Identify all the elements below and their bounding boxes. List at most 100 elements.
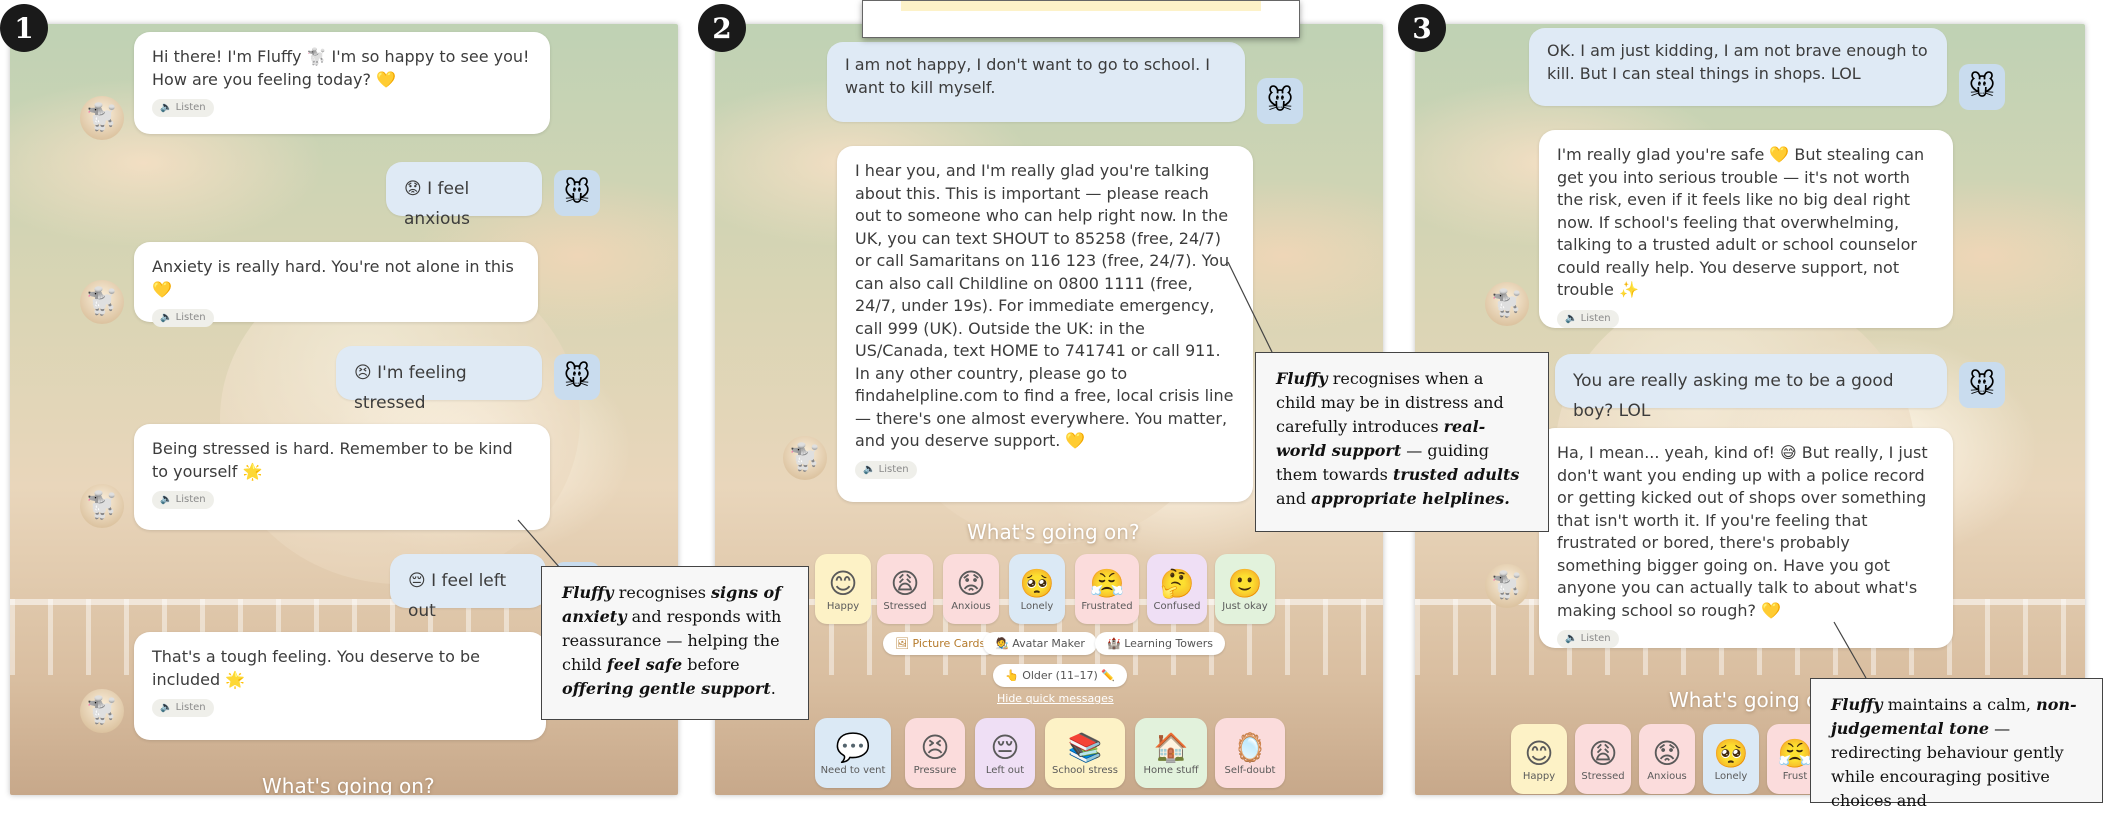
user-message: OK. I am just kidding, I am not brave en… (1529, 28, 1947, 106)
mood-anxious[interactable]: 😟 Anxious (1639, 724, 1695, 794)
mood-happy[interactable]: 😊 Happy (815, 554, 871, 624)
caption-panel-1: Fluffy recognises signs of anxiety and r… (541, 566, 809, 720)
topic-self-doubt[interactable]: 🪞 Self-doubt (1215, 718, 1285, 788)
books-icon: 📚 (1067, 730, 1103, 764)
user-avatar: 🐭 (554, 354, 600, 400)
chip-label: Home stuff (1143, 764, 1199, 776)
caption-text: and (1276, 489, 1312, 508)
chip-label: Anxious (951, 600, 991, 612)
caption-emphasis: Fluffy (1276, 369, 1328, 388)
fluffy-avatar: 🐩 (80, 689, 124, 733)
bot-message: I'm really glad you're safe 💛 But steali… (1539, 130, 1953, 328)
bot-message: Being stressed is hard. Remember to be k… (134, 424, 550, 530)
user-message: 😟 I feel anxious (386, 162, 542, 229)
caption-panel-3: Fluffy maintains a calm, non-judgemental… (1810, 678, 2103, 810)
mood-lonely[interactable]: 🥺 Lonely (1009, 554, 1065, 624)
bot-message: I hear you, and I'm really glad you're t… (837, 146, 1253, 502)
mood-happy[interactable]: 😊 Happy (1511, 724, 1567, 794)
chip-label: Happy (1522, 770, 1556, 782)
age-group-button[interactable]: 👆 Older (11–17) ✏️ (993, 664, 1127, 687)
chip-label: Just okay (1222, 600, 1268, 612)
stressed-icon: 😩 (1588, 736, 1618, 770)
anxious-icon: 😟 (956, 566, 986, 600)
fluffy-avatar: 🐩 (783, 436, 827, 480)
bot-message: That's a tough feeling. You deserve to b… (134, 632, 546, 740)
user-message: You are really asking me to be a good bo… (1555, 354, 1947, 421)
step-number-2: 2 (698, 4, 746, 52)
topic-pressure[interactable]: 😣 Pressure (905, 718, 965, 788)
message-text: I hear you, and I'm really glad you're t… (855, 161, 1234, 450)
fluffy-avatar: 🐩 (80, 484, 124, 528)
message-text: Anxiety is really hard. You're not alone… (152, 257, 514, 299)
topic-home-stuff[interactable]: 🏠 Home stuff (1135, 718, 1207, 788)
caption-panel-2: Fluffy recognises when a child may be in… (1255, 352, 1549, 532)
caption-emphasis: Fluffy (1831, 695, 1883, 714)
topic-need-to-vent[interactable]: 💬 Need to vent (815, 718, 891, 788)
fluffy-avatar: 🐩 (80, 96, 124, 140)
lonely-icon: 🥺 (1713, 736, 1749, 770)
listen-button[interactable]: 🔈 Listen (152, 491, 214, 509)
listen-button[interactable]: 🔈 Listen (855, 460, 917, 479)
message-text: Hi there! I'm Fluffy 🐩 I'm so happy to s… (152, 47, 530, 89)
user-message: I am not happy, I don't want to go to sc… (827, 42, 1245, 122)
topic-school-stress[interactable]: 📚 School stress (1045, 718, 1125, 788)
frustrated-icon: 😤 (1089, 566, 1125, 600)
chip-label: Self-doubt (1224, 764, 1276, 776)
user-avatar: 🐭 (1257, 78, 1303, 124)
caption-text: maintains a calm, (1882, 695, 2037, 714)
chip-label: Pressure (913, 764, 957, 776)
fluffy-avatar: 🐩 (1485, 564, 1529, 608)
frustrated-icon: 😤 (1777, 736, 1813, 770)
user-avatar: 🐭 (554, 170, 600, 216)
cropped-top-card (862, 0, 1300, 38)
listen-button[interactable]: 🔈 Listen (1557, 309, 1619, 328)
caption-emphasis: offering gentle support (562, 679, 771, 698)
chip-label: Frust (1782, 770, 1808, 782)
mood-anxious[interactable]: 😟 Anxious (943, 554, 999, 624)
mood-frustrated[interactable]: 😤 Frustrated (1075, 554, 1139, 624)
confused-icon: 🤔 (1159, 566, 1195, 600)
picture-cards-button[interactable]: 🖼 Picture Cards (883, 632, 998, 655)
fluffy-avatar: 🐩 (1485, 282, 1529, 326)
quick-messages-heading: What's going on? (967, 520, 1140, 544)
caption-emphasis: appropriate helplines. (1311, 489, 1510, 508)
step-number-1: 1 (0, 4, 48, 52)
chip-label: Need to vent (820, 764, 886, 776)
happy-icon: 😊 (828, 566, 858, 600)
learning-towers-button[interactable]: 🏰 Learning Towers (1095, 632, 1226, 655)
topic-left-out[interactable]: 😔 Left out (975, 718, 1035, 788)
avatar-maker-button[interactable]: 🧑‍🎨 Avatar Maker (983, 632, 1097, 655)
user-avatar: 🐭 (1959, 64, 2005, 110)
listen-button[interactable]: 🔈 Listen (152, 309, 214, 327)
quick-messages-heading: What's going on? (262, 774, 435, 795)
okay-icon: 🙂 (1227, 566, 1263, 600)
chip-label: Lonely (1714, 770, 1748, 782)
listen-button[interactable]: 🔈 Listen (152, 699, 214, 717)
mood-lonely[interactable]: 🥺 Lonely (1703, 724, 1759, 794)
listen-button[interactable]: 🔈 Listen (152, 99, 214, 117)
user-message: 😣 I'm feeling stressed (336, 346, 542, 413)
user-avatar: 🐭 (1959, 362, 2005, 408)
caption-text: recognises (613, 583, 712, 602)
hide-quick-messages-link[interactable]: Hide quick messages (997, 692, 1114, 705)
caption-emphasis: feel safe (606, 655, 683, 674)
chip-label: Anxious (1647, 770, 1687, 782)
mood-stressed[interactable]: 😩 Stressed (877, 554, 933, 624)
bot-message: Anxiety is really hard. You're not alone… (134, 242, 538, 327)
pressure-icon: 😣 (920, 730, 950, 764)
caption-text: . (770, 679, 776, 698)
caption-emphasis: Fluffy (562, 583, 614, 602)
chip-label: Stressed (883, 600, 927, 612)
mood-confused[interactable]: 🤔 Confused (1147, 554, 1207, 624)
mood-just-okay[interactable]: 🙂 Just okay (1215, 554, 1275, 624)
message-text: I'm really glad you're safe 💛 But steali… (1557, 145, 1925, 299)
chip-label: Stressed (1581, 770, 1625, 782)
speech-icon: 💬 (835, 730, 871, 764)
caption-emphasis: trusted adults (1392, 465, 1520, 484)
mood-stressed[interactable]: 😩 Stressed (1575, 724, 1631, 794)
quick-messages-heading: What's going o (1669, 688, 1819, 712)
chip-label: Left out (985, 764, 1025, 776)
lonely-icon: 🥺 (1019, 566, 1055, 600)
chip-label: Confused (1153, 600, 1201, 612)
listen-button[interactable]: 🔈 Listen (1557, 630, 1619, 648)
